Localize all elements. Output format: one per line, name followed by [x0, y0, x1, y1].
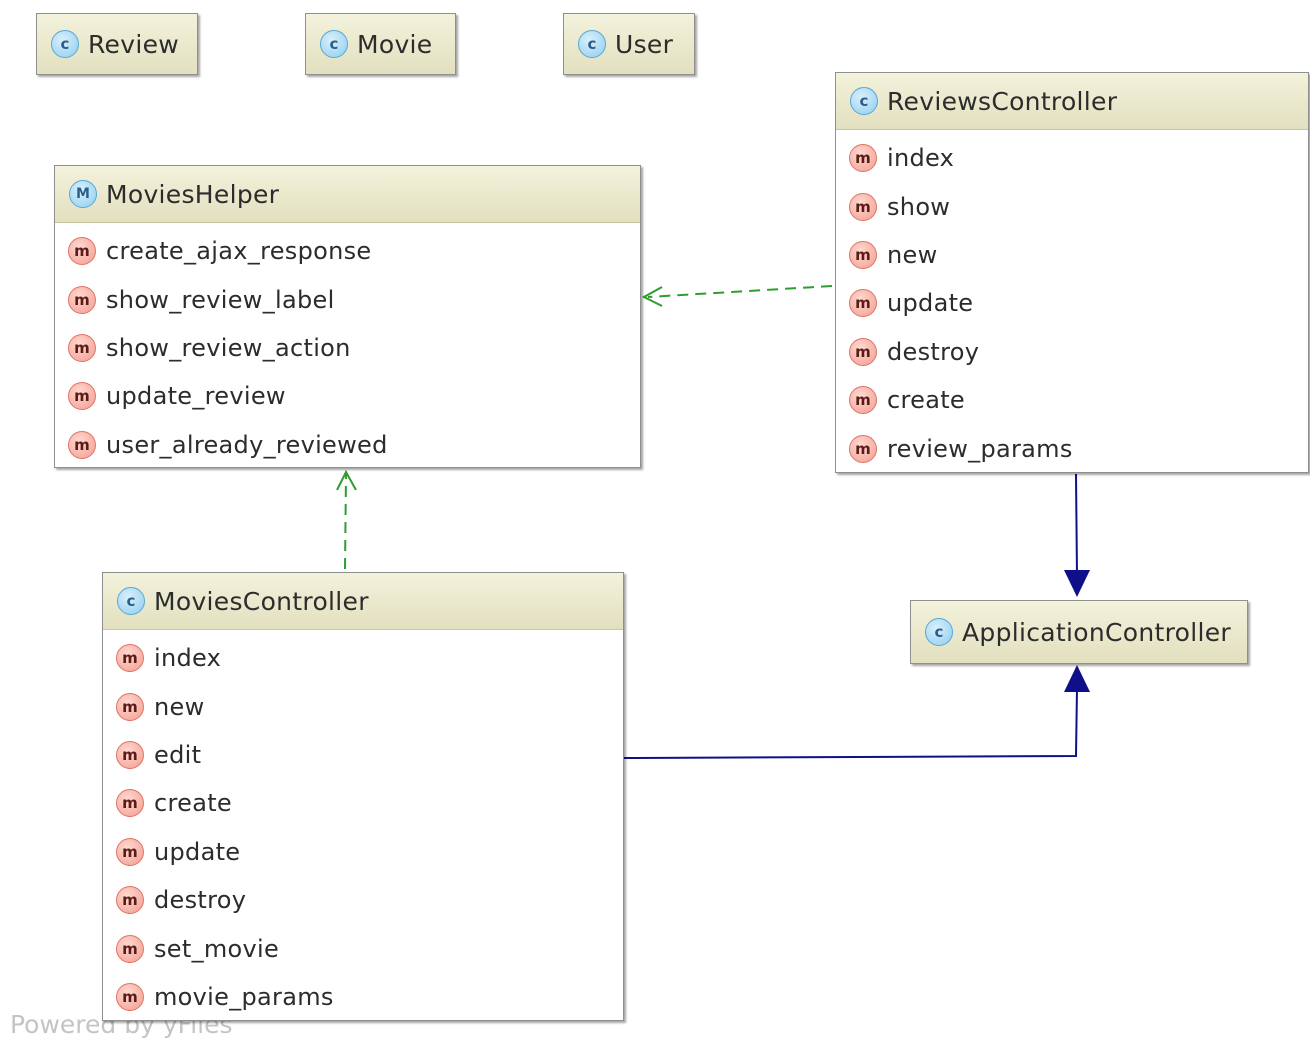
edge-moviescontroller-to-movieshelper — [336, 469, 357, 570]
movieshelper-header: M MoviesHelper — [55, 166, 640, 223]
method-item[interactable]: m new — [103, 682, 623, 730]
movie-class-node[interactable]: c Movie — [305, 13, 456, 75]
method-item[interactable]: m index — [836, 134, 1308, 182]
class-icon: c — [850, 87, 878, 115]
method-item[interactable]: m create_ajax_response — [55, 227, 640, 275]
moviescontroller-header: c MoviesController — [103, 573, 623, 630]
method-icon: m — [849, 434, 877, 463]
moviescontroller-class-node[interactable]: c MoviesController m index m new m edit m cr… — [102, 572, 624, 1021]
method-icon: m — [849, 144, 877, 173]
method-item[interactable]: m edit — [103, 731, 623, 779]
node-title: Movie — [357, 29, 433, 59]
filled-arrowhead-icon — [1064, 570, 1090, 597]
reviewscontroller-class-node[interactable]: c ReviewsController m index m show m new mu… — [835, 72, 1309, 473]
method-name: update_review — [106, 382, 286, 411]
method-name: index — [887, 144, 955, 173]
node-title: MoviesController — [154, 586, 369, 616]
method-item[interactable]: m update — [103, 828, 623, 876]
method-icon: m — [116, 740, 144, 769]
method-icon: m — [116, 934, 144, 963]
method-icon: m — [116, 982, 144, 1011]
class-icon: c — [51, 30, 79, 58]
method-list: m index m show m new m update m destroy m crea… — [836, 130, 1308, 473]
method-icon: m — [116, 692, 144, 721]
method-icon: m — [116, 789, 144, 818]
movie-class-header: c Movie — [306, 14, 455, 74]
method-name: create_ajax_response — [106, 237, 372, 266]
method-name: destroy — [887, 337, 980, 366]
method-item[interactable]: m user_already_reviewed — [55, 421, 640, 469]
user-class-node[interactable]: c User — [563, 13, 695, 75]
method-icon: m — [68, 382, 96, 411]
method-item[interactable]: m show — [836, 182, 1308, 230]
applicationcontroller-class-node[interactable]: c ApplicationController — [910, 600, 1248, 664]
method-name: review_params — [887, 434, 1073, 463]
edge-reviewscontroller-to-applicationcontroller — [1064, 473, 1090, 597]
method-name: show — [887, 192, 951, 221]
method-item[interactable]: m show_review_action — [55, 324, 640, 372]
method-icon: m — [68, 285, 96, 314]
review-class-header: c Review — [37, 14, 197, 74]
method-icon: m — [68, 237, 96, 266]
method-item[interactable]: m review_params — [836, 424, 1308, 472]
method-name: create — [887, 386, 965, 415]
method-name: create — [154, 789, 232, 818]
method-item[interactable]: m movie_params — [103, 973, 623, 1021]
node-title: Review — [88, 29, 179, 59]
method-item[interactable]: m create — [103, 779, 623, 827]
filled-arrowhead-icon — [1064, 665, 1090, 692]
method-icon: m — [68, 333, 96, 362]
method-list: m index m new m edit m create m update m destr… — [103, 630, 623, 1021]
module-icon: M — [69, 180, 97, 208]
method-icon: m — [849, 192, 877, 221]
method-icon: m — [116, 644, 144, 673]
method-item[interactable]: m update_review — [55, 372, 640, 420]
method-item[interactable]: m create — [836, 376, 1308, 424]
method-item[interactable]: m update — [836, 279, 1308, 327]
user-class-header: c User — [564, 14, 694, 74]
class-icon: c — [578, 30, 606, 58]
edge-reviewscontroller-to-movieshelper — [641, 285, 833, 307]
method-icon: m — [116, 837, 144, 866]
open-arrowhead-icon — [641, 286, 663, 307]
method-item[interactable]: m destroy — [836, 328, 1308, 376]
method-list: m create_ajax_response m show_review_label… — [55, 223, 640, 469]
applicationcontroller-header: c ApplicationController — [911, 601, 1247, 663]
method-icon: m — [68, 430, 96, 459]
node-title: User — [615, 29, 674, 59]
movieshelper-module-node[interactable]: M MoviesHelper m create_ajax_response m sh… — [54, 165, 641, 468]
method-icon: m — [849, 386, 877, 415]
method-name: new — [887, 240, 938, 269]
review-class-node[interactable]: c Review — [36, 13, 198, 75]
method-name: user_already_reviewed — [106, 430, 388, 459]
method-name: new — [154, 692, 205, 721]
method-icon: m — [849, 240, 877, 269]
method-name: destroy — [154, 886, 247, 915]
edge-moviescontroller-to-applicationcontroller — [623, 665, 1090, 759]
reviewscontroller-header: c ReviewsController — [836, 73, 1308, 130]
method-name: show_review_action — [106, 333, 351, 362]
method-item[interactable]: m index — [103, 634, 623, 682]
method-name: update — [887, 289, 974, 318]
method-name: update — [154, 837, 241, 866]
method-item[interactable]: m show_review_label — [55, 275, 640, 323]
method-name: index — [154, 644, 222, 673]
node-title: ApplicationController — [962, 617, 1231, 647]
method-item[interactable]: m destroy — [103, 876, 623, 924]
class-icon: c — [117, 587, 145, 615]
method-name: show_review_label — [106, 285, 335, 314]
node-title: ReviewsController — [887, 86, 1118, 116]
method-name: movie_params — [154, 982, 334, 1011]
class-icon: c — [320, 30, 348, 58]
class-icon: c — [925, 618, 953, 646]
method-icon: m — [116, 886, 144, 915]
method-icon: m — [849, 337, 877, 366]
method-icon: m — [849, 289, 877, 318]
method-item[interactable]: m new — [836, 231, 1308, 279]
node-title: MoviesHelper — [106, 179, 280, 209]
method-name: set_movie — [154, 934, 280, 963]
method-item[interactable]: m set_movie — [103, 924, 623, 972]
method-name: edit — [154, 740, 202, 769]
